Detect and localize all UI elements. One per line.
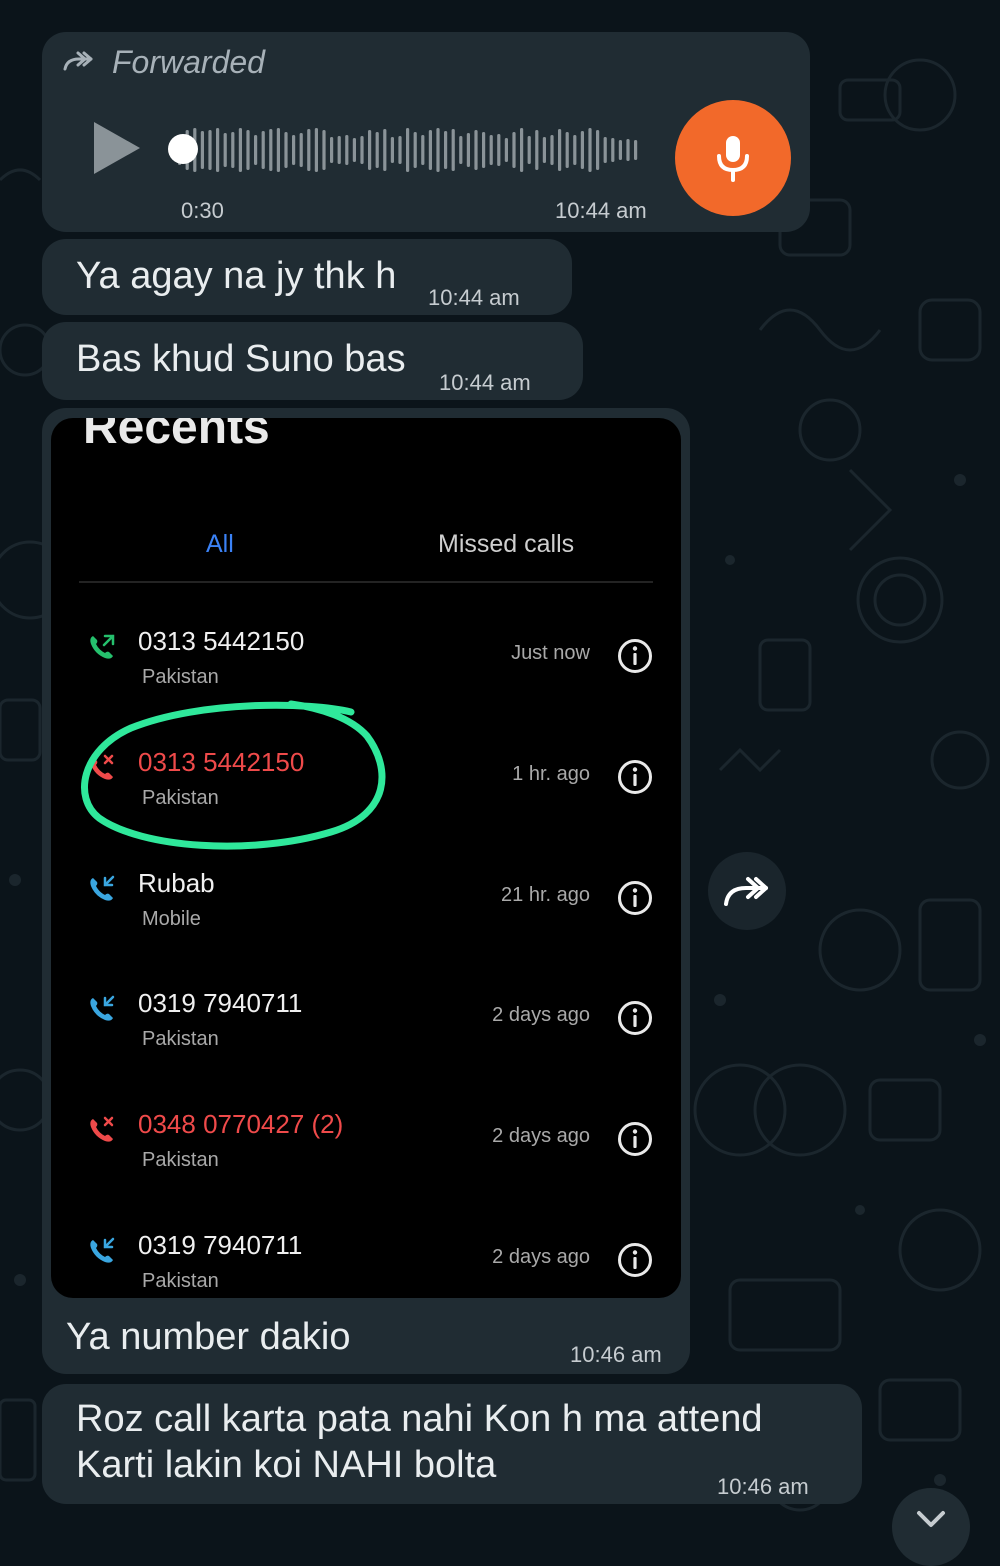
image-caption: Ya number dakio [66,1316,351,1358]
message-time: 10:46 am [717,1474,809,1499]
message-line-1: Roz call karta pata nahi Kon h ma attend [76,1398,763,1440]
play-button[interactable] [92,120,142,181]
voice-duration: 0:30 [181,198,224,223]
message-text: Bas khud Suno bas [76,338,406,380]
forward-button[interactable] [708,852,786,930]
audio-waveform[interactable] [166,122,646,178]
message-text: Ya agay na jy thk h [76,255,397,297]
microphone-icon [717,136,749,182]
voice-message-bubble[interactable]: Forwarded 0:30 10:44 am [42,32,810,232]
playback-position-dot[interactable] [168,134,198,164]
scroll-to-bottom-button[interactable] [892,1488,970,1566]
message-time: 10:44 am [439,370,531,395]
voice-time: 10:44 am [555,198,647,223]
message-bubble[interactable]: Ya agay na jy thk h 10:44 am [42,239,572,315]
chevron-down-icon [917,1511,945,1527]
recents-screenshot[interactable]: Recents All Missed calls 0313 5442150 Pak… [51,418,681,1298]
circle-annotation [81,700,386,850]
image-message-time: 10:46 am [570,1342,662,1367]
forward-icon [724,877,768,906]
mic-button[interactable] [675,100,791,216]
forwarded-text: Forwarded [112,44,265,80]
message-bubble[interactable]: Roz call karta pata nahi Kon h ma attend… [42,1384,862,1504]
message-line-2: Karti lakin koi NAHI bolta [76,1444,497,1486]
message-time: 10:44 am [428,285,520,310]
message-bubble[interactable]: Bas khud Suno bas 10:44 am [42,322,583,400]
forwarded-label: Forwarded [62,44,265,81]
forwarded-icon [62,44,96,81]
